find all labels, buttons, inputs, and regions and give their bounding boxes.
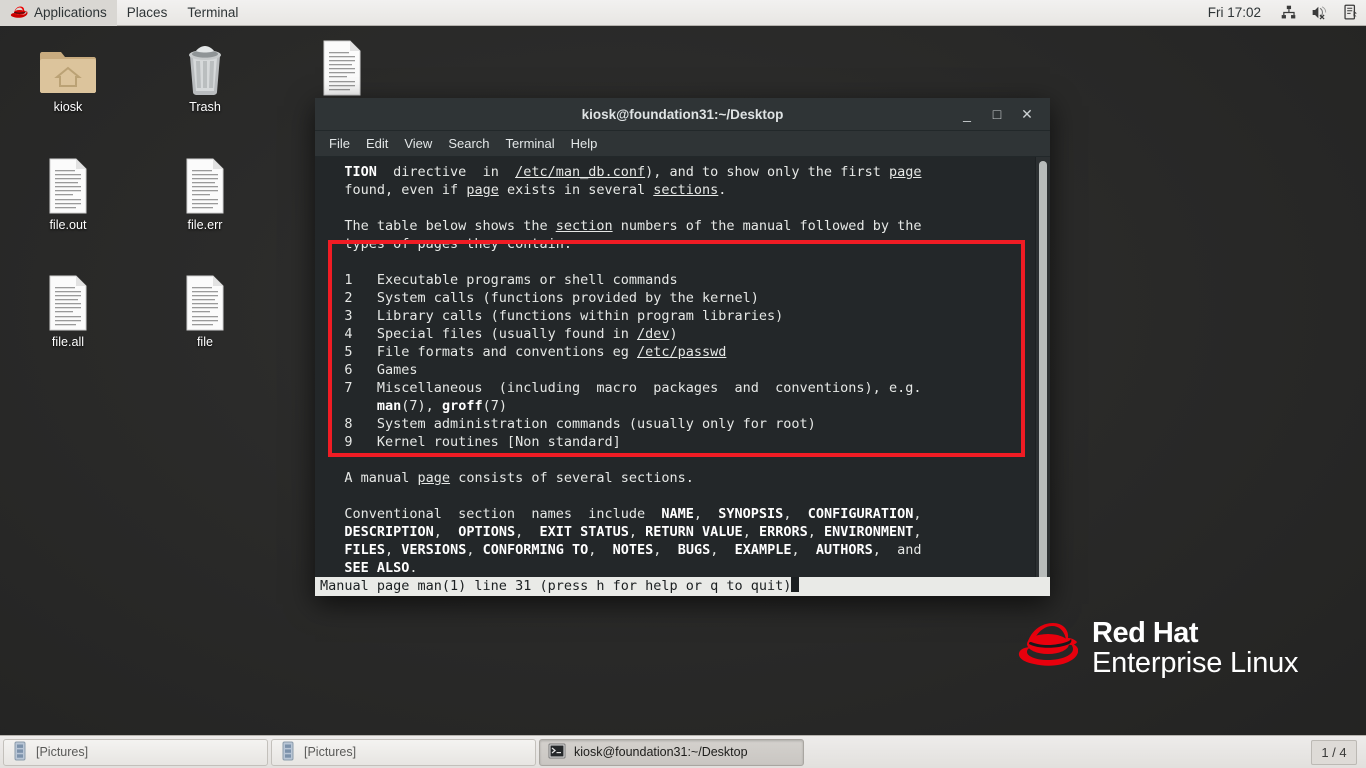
- terminal-line: types of pages they contain.: [320, 236, 572, 252]
- terminal-line: man(7), groff(7): [376, 398, 507, 414]
- image-viewer-icon: [280, 741, 296, 764]
- menu-help[interactable]: Help: [563, 134, 606, 153]
- terminal-line: 1 Executable programs or shell commands: [320, 272, 678, 288]
- rhel-brand-line2: Enterprise Linux: [1092, 647, 1299, 680]
- terminal-line: SEE ALSO.: [344, 560, 418, 576]
- desktop-icon-file-all[interactable]: file.all: [20, 271, 116, 349]
- terminal-line: 9 Kernel routines [Non standard]: [320, 434, 621, 450]
- desktop-icon-occluded-file[interactable]: [294, 36, 390, 100]
- text-file-icon: [20, 154, 116, 214]
- menu-view[interactable]: View: [396, 134, 440, 153]
- text-file-icon: [157, 154, 253, 214]
- terminal-line: DESCRIPTION, OPTIONS, EXIT STATUS, RETUR…: [344, 524, 922, 540]
- terminal-app-menu-label: Terminal: [187, 5, 239, 20]
- terminal-icon: [548, 742, 566, 763]
- terminal-line: FILES, VERSIONS, CONFORMING TO, NOTES, B…: [344, 542, 922, 558]
- taskbar-item-pictures-2[interactable]: [Pictures]: [271, 738, 536, 766]
- terminal-app-menu[interactable]: Terminal: [177, 0, 248, 26]
- terminal-line: 8 System administration commands (usuall…: [320, 416, 816, 432]
- terminal-line: The table below shows the section number…: [320, 218, 922, 234]
- desktop-icon-file[interactable]: file: [157, 271, 253, 349]
- pager-status-line: Manual page man(1) line 31 (press h for …: [315, 577, 1050, 596]
- redhat-fedora-logo-icon: [1018, 622, 1079, 674]
- applications-menu-label: Applications: [34, 5, 107, 20]
- terminal-menubar: File Edit View Search Terminal Help: [315, 131, 1050, 157]
- terminal-output[interactable]: TION directive in /etc/man_db.conf), and…: [315, 157, 1035, 596]
- applications-menu[interactable]: Applications: [0, 0, 117, 26]
- maximize-button[interactable]: □: [982, 101, 1012, 127]
- taskbar-item-label: [Pictures]: [36, 745, 89, 759]
- taskbar: [Pictures] [Pictures] kiosk@foundation31…: [0, 735, 1366, 768]
- terminal-line: 3 Library calls (functions within progra…: [320, 308, 784, 324]
- desktop-icon-file-out[interactable]: file.out: [20, 154, 116, 232]
- rhel-brand-line1: Red Hat: [1092, 617, 1199, 649]
- terminal-window[interactable]: kiosk@foundation31:~/Desktop _ □ ✕ File …: [315, 98, 1050, 596]
- places-menu[interactable]: Places: [117, 0, 178, 26]
- taskbar-item-pictures-1[interactable]: [Pictures]: [3, 738, 268, 766]
- taskbar-item-label: [Pictures]: [304, 745, 357, 759]
- menu-terminal[interactable]: Terminal: [498, 134, 563, 153]
- terminal-line: A manual page consists of several sectio…: [320, 470, 694, 486]
- top-panel: Applications Places Terminal Fri 17:02: [0, 0, 1366, 26]
- desktop-icon-trash[interactable]: Trash: [157, 36, 253, 114]
- trash-icon: [157, 36, 253, 96]
- text-file-icon: [20, 271, 116, 331]
- text-file-icon: [294, 36, 390, 96]
- desktop-icon-label: kiosk: [53, 100, 83, 114]
- window-titlebar[interactable]: kiosk@foundation31:~/Desktop _ □ ✕: [315, 98, 1050, 131]
- menu-edit[interactable]: Edit: [358, 134, 396, 153]
- taskbar-item-label: kiosk@foundation31:~/Desktop: [574, 745, 748, 759]
- desktop-icon-label: file.out: [49, 218, 87, 232]
- terminal-line: 4 Special files (usually found in /dev): [320, 326, 678, 342]
- terminal-scrollbar[interactable]: [1035, 157, 1050, 596]
- taskbar-item-terminal[interactable]: kiosk@foundation31:~/Desktop: [539, 738, 804, 766]
- terminal-body[interactable]: TION directive in /etc/man_db.conf), and…: [315, 157, 1050, 596]
- rhel-branding: Red Hat Enterprise Linux: [1018, 617, 1299, 680]
- text-file-icon: [157, 271, 253, 331]
- pager-status-text: Manual page man(1) line 31 (press h for …: [320, 578, 792, 594]
- desktop-icon-label: Trash: [189, 100, 221, 114]
- image-viewer-icon: [12, 741, 28, 764]
- minimize-button[interactable]: _: [952, 101, 982, 127]
- terminal-line: TION directive in /etc/man_db.conf), and…: [344, 164, 922, 180]
- clock[interactable]: Fri 17:02: [1196, 5, 1273, 20]
- window-title: kiosk@foundation31:~/Desktop: [581, 106, 784, 122]
- volume-muted-icon[interactable]: [1304, 0, 1336, 26]
- scrollbar-thumb[interactable]: [1039, 161, 1047, 590]
- menu-search[interactable]: Search: [440, 134, 497, 153]
- places-menu-label: Places: [126, 5, 168, 20]
- redhat-logo-icon: [10, 6, 28, 20]
- desktop-icon-label: file: [196, 335, 214, 349]
- terminal-line: Conventional section names include NAME,…: [320, 506, 922, 522]
- text-cursor: [791, 577, 800, 592]
- terminal-line: found, even if page exists in several se…: [320, 182, 727, 198]
- desktop-icon-file-err[interactable]: file.err: [157, 154, 253, 232]
- terminal-line: 5 File formats and conventions eg /etc/p…: [320, 344, 727, 360]
- network-status-icon[interactable]: [1273, 0, 1304, 26]
- terminal-line: 6 Games: [320, 362, 418, 378]
- power-status-icon[interactable]: [1336, 0, 1366, 26]
- desktop-icon-kiosk[interactable]: kiosk: [20, 36, 116, 114]
- close-button[interactable]: ✕: [1012, 101, 1042, 127]
- terminal-line: 2 System calls (functions provided by th…: [320, 290, 759, 306]
- workspace-switcher[interactable]: 1 / 4: [1311, 739, 1357, 765]
- desktop-icon-label: file.err: [187, 218, 223, 232]
- menu-file[interactable]: File: [321, 134, 358, 153]
- desktop-icon-label: file.all: [51, 335, 85, 349]
- home-folder-icon: [20, 36, 116, 96]
- terminal-line: 7 Miscellaneous (including macro package…: [320, 380, 922, 396]
- window-controls: _ □ ✕: [952, 101, 1050, 127]
